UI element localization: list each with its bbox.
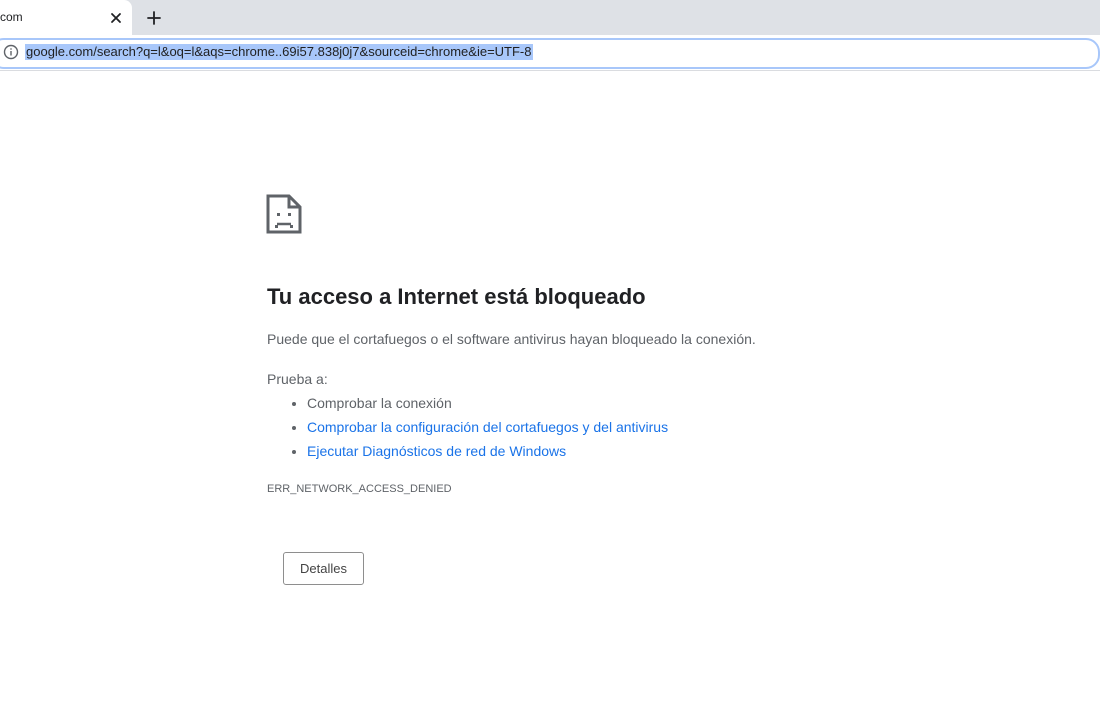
error-heading: Tu acceso a Internet está bloqueado [267,284,646,309]
plus-icon [147,11,161,25]
suggestion-item: Comprobar la conexión [307,393,668,417]
suggestion-item: Ejecutar Diagnósticos de red de Windows [307,441,668,465]
tab-strip: com [0,0,1100,35]
info-icon[interactable] [3,44,19,60]
suggestion-list: Comprobar la conexión Comprobar la confi… [267,393,668,465]
details-button[interactable]: Detalles [283,552,364,585]
browser-toolbar: google.com/search?q=l&oq=l&aqs=chrome..6… [0,35,1100,71]
error-description: Puede que el cortafuegos o el software a… [267,331,756,347]
close-icon[interactable] [107,9,125,27]
suggestion-item: Comprobar la configuración del cortafueg… [307,417,668,441]
browser-tab[interactable]: com [0,0,132,35]
new-tab-button[interactable] [143,7,165,29]
try-label: Prueba a: [267,371,328,387]
suggestion-run-diagnostics-link[interactable]: Ejecutar Diagnósticos de red de Windows [307,443,566,459]
error-code: ERR_NETWORK_ACCESS_DENIED [267,483,452,495]
tab-title: com [0,10,23,24]
sad-page-icon [266,194,302,234]
suggestion-check-firewall-link[interactable]: Comprobar la configuración del cortafueg… [307,419,668,435]
suggestion-check-connection: Comprobar la conexión [307,395,452,411]
address-bar-url[interactable]: google.com/search?q=l&oq=l&aqs=chrome..6… [25,44,533,60]
